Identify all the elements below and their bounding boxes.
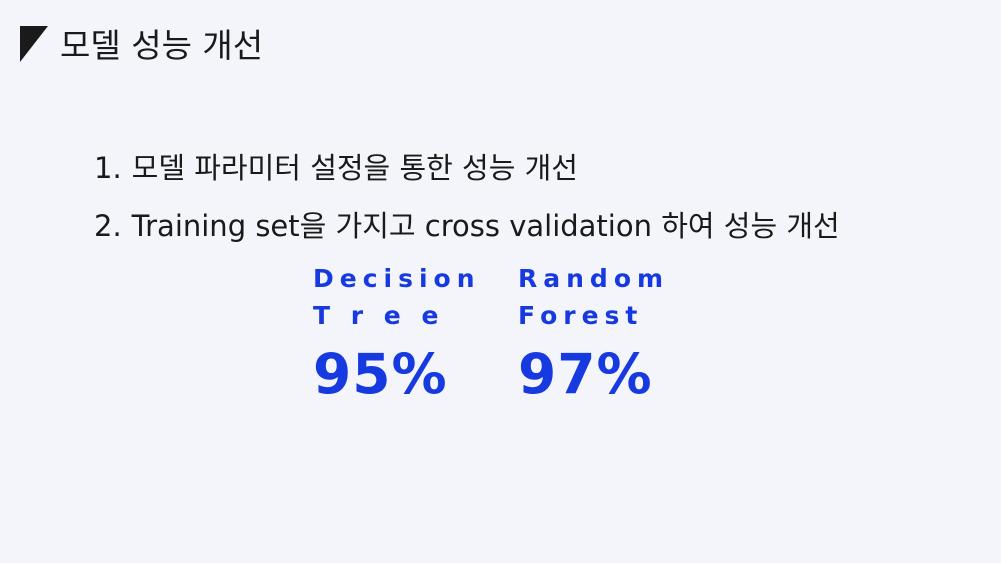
list-item-text: 모델 파라미터 설정을 통한 성능 개선 xyxy=(131,151,578,185)
metric-random-forest: Random Forest 97% xyxy=(518,260,669,406)
list-item: 1. 모델 파라미터 설정을 통한 성능 개선 xyxy=(94,148,840,188)
list-item: 2. Training set을 가지고 cross validation 하여 … xyxy=(94,206,840,246)
metric-name-line: Forest xyxy=(518,301,644,330)
corner-triangle-icon xyxy=(20,26,48,62)
page-title: 모델 성능 개선 xyxy=(60,26,264,65)
metric-name-line: Decision xyxy=(313,264,481,293)
metric-value: 97% xyxy=(518,342,653,406)
list-item-number: 1. xyxy=(94,151,122,185)
list-item-text: Training set을 가지고 cross validation 하여 성능… xyxy=(131,209,840,243)
metric-name-line: T r e e xyxy=(313,301,445,330)
metric-value: 95% xyxy=(313,342,448,406)
list-item-number: 2. xyxy=(94,209,122,243)
metric-decision-tree: Decision T r e e 95% xyxy=(313,260,481,406)
bullet-list: 1. 모델 파라미터 설정을 통한 성능 개선 2. Training set을 가… xyxy=(94,148,840,264)
metric-name-line: Random xyxy=(518,264,670,293)
